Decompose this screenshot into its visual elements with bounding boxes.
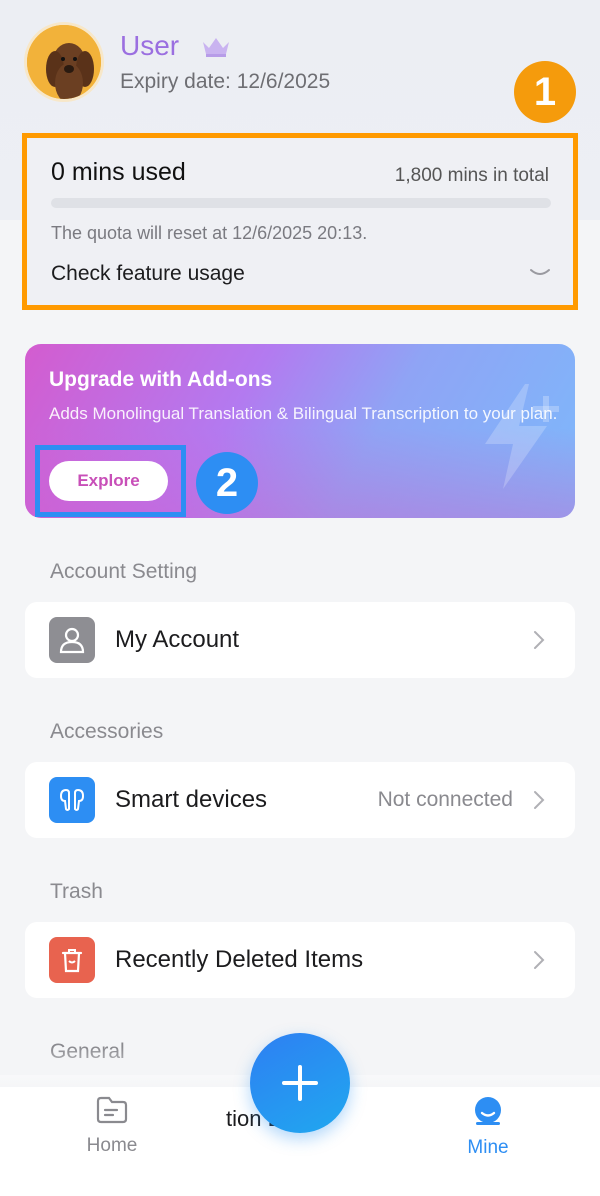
- chevron-right-icon: [534, 631, 545, 649]
- quota-total: 1,800 mins in total: [394, 165, 549, 186]
- nav-mine-label: Mine: [467, 1137, 509, 1158]
- plus-icon: [282, 1065, 318, 1101]
- person-icon: [49, 617, 95, 663]
- chevron-right-icon: [534, 951, 545, 969]
- recently-deleted-label: Recently Deleted Items: [115, 946, 364, 973]
- earbuds-icon: [49, 777, 95, 823]
- avatar[interactable]: [24, 22, 104, 102]
- smart-devices-row[interactable]: Smart devices Not connected: [25, 762, 575, 838]
- recently-deleted-row[interactable]: Recently Deleted Items: [25, 922, 575, 998]
- annotation-badge-1: 1: [514, 61, 576, 123]
- my-account-label: My Account: [115, 626, 240, 653]
- chevron-down-icon[interactable]: [529, 266, 551, 280]
- section-account-setting: Account Setting: [50, 560, 198, 583]
- upgrade-description: Adds Monolingual Translation & Bilingual…: [49, 404, 558, 423]
- expiry-date: Expiry date: 12/6/2025: [120, 70, 331, 93]
- folder-icon: [96, 1096, 128, 1124]
- lightning-plus-icon: [485, 384, 559, 489]
- username: User: [120, 30, 180, 61]
- quota-reset-text: The quota will reset at 12/6/2025 20:13.: [51, 223, 368, 243]
- quota-used: 0 mins used: [51, 158, 186, 186]
- my-account-row[interactable]: My Account: [25, 602, 575, 678]
- nav-mine[interactable]: Mine: [448, 1095, 528, 1159]
- chevron-right-icon: [534, 791, 545, 809]
- section-accessories: Accessories: [50, 720, 164, 743]
- upgrade-title: Upgrade with Add-ons: [49, 368, 273, 391]
- trash-icon: [49, 937, 95, 983]
- smart-devices-label: Smart devices: [115, 786, 268, 813]
- profile-face-icon: [475, 1097, 501, 1125]
- annotation-badge-2: 2: [196, 452, 258, 514]
- nav-home-label: Home: [86, 1135, 138, 1156]
- quota-panel: 0 mins used 1,800 mins in total The quot…: [22, 133, 578, 310]
- quota-progress-bar: [51, 198, 551, 208]
- connection-status: Not connected: [377, 788, 513, 811]
- nav-home[interactable]: Home: [72, 1095, 152, 1157]
- section-trash: Trash: [50, 880, 103, 903]
- explore-button[interactable]: Explore: [49, 461, 168, 501]
- add-button[interactable]: [250, 1033, 350, 1133]
- check-feature-usage-link[interactable]: Check feature usage: [51, 262, 245, 286]
- crown-icon: [203, 38, 229, 57]
